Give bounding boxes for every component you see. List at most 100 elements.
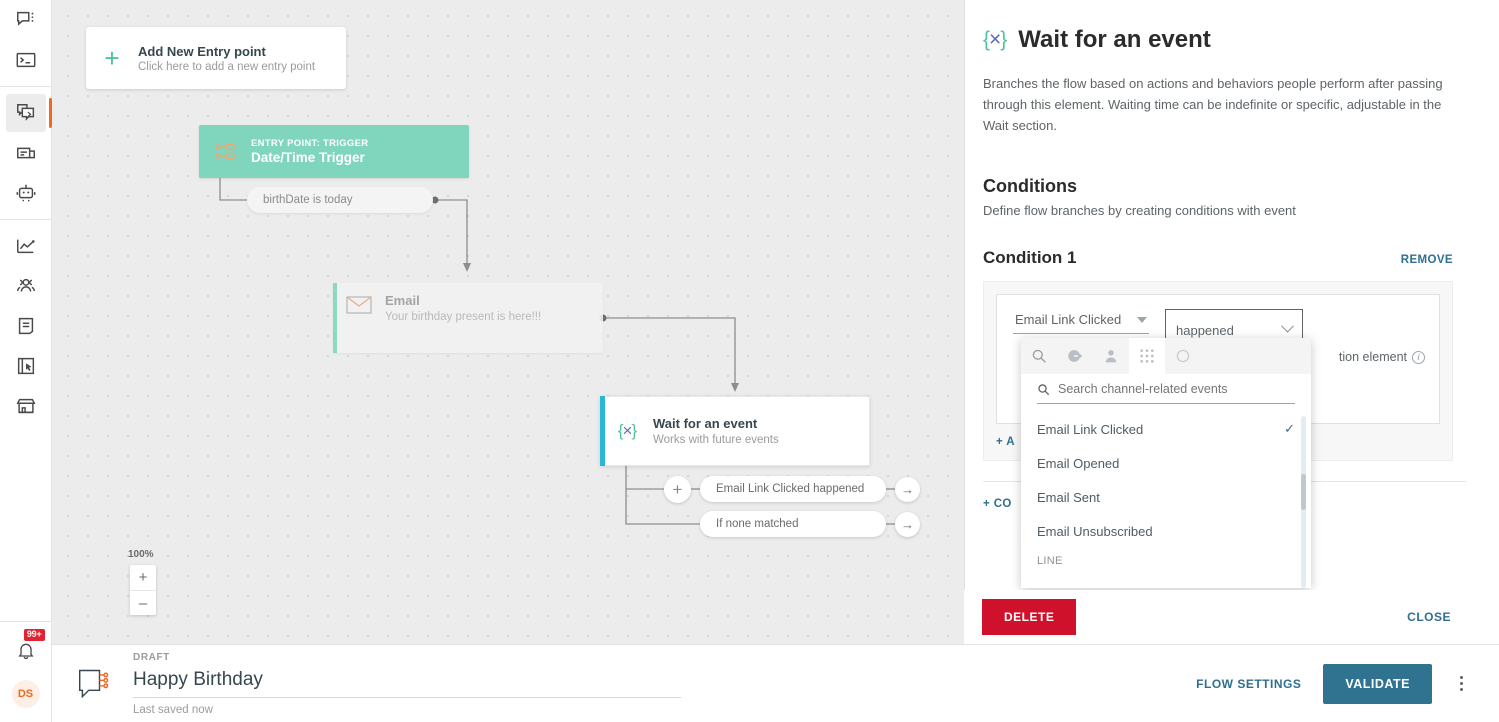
operator-select-value: happened — [1176, 322, 1234, 338]
bottom-bar: DRAFT Last saved now FLOW SETTINGS VALID… — [52, 644, 1499, 722]
analytics-icon[interactable] — [6, 227, 46, 265]
flow-name-input[interactable] — [133, 665, 681, 698]
flow-tab-icon[interactable] — [1057, 338, 1093, 374]
page-title: Wait for an event — [1018, 26, 1211, 53]
branch-label-0[interactable]: Email Link Clicked happened — [700, 476, 886, 502]
add-entry-point-subtitle: Click here to add a new entry point — [138, 60, 316, 73]
event-select-value: Email Link Clicked — [1015, 312, 1122, 328]
dropdown-item-0[interactable]: Email Link Clicked ✓ — [1021, 412, 1311, 446]
email-node-subtitle: Your birthday present is here!!! — [385, 311, 542, 323]
branch-label-1[interactable]: If none matched — [700, 511, 886, 537]
trigger-node-kicker: ENTRY POINT: TRIGGER — [251, 138, 369, 149]
trigger-node[interactable]: ENTRY POINT: TRIGGER Date/Time Trigger — [199, 125, 469, 178]
zoom-level-label: 100% — [128, 549, 154, 560]
condition-title: Condition 1 — [983, 248, 1077, 268]
wait-node-title: Wait for an event — [653, 416, 758, 431]
trigger-node-text: ENTRY POINT: TRIGGER Date/Time Trigger — [251, 138, 368, 165]
condition-hint-text: tion element — [1338, 350, 1407, 365]
person-tab-icon[interactable] — [1093, 338, 1129, 374]
dropdown-item-2[interactable]: Email Sent — [1021, 480, 1311, 514]
remove-condition-button[interactable]: REMOVE — [1401, 254, 1453, 266]
marketplace-icon[interactable] — [6, 387, 46, 425]
add-entry-point-node[interactable]: + Add New Entry point Click here to add … — [86, 27, 346, 89]
email-node[interactable]: Email Your birthday present is here!!! — [333, 283, 603, 353]
app-root: 99+ DS + Add New Entry point Click here … — [0, 0, 1499, 722]
rail-group-top — [0, 0, 51, 80]
panel-header: {×} Wait for an event — [983, 26, 1469, 54]
broadcasts-icon[interactable] — [6, 134, 46, 172]
rail-divider-1 — [0, 86, 51, 87]
dropdown-search-inner — [1037, 382, 1295, 404]
add-entry-point-title: Add New Entry point — [138, 43, 266, 59]
dropdown-tabs — [1021, 338, 1311, 374]
bottom-bar-actions: FLOW SETTINGS VALIDATE — [1196, 663, 1469, 704]
rail-divider-3 — [0, 621, 51, 622]
conditions-heading: Conditions — [983, 176, 1077, 197]
delete-button[interactable]: DELETE — [982, 599, 1077, 635]
plus-icon: + — [104, 43, 120, 73]
conditions-subheading: Define flow branches by creating conditi… — [983, 203, 1296, 219]
dropdown-search — [1021, 374, 1311, 404]
event-select[interactable]: Email Link Clicked — [1013, 309, 1149, 335]
search-icon — [1038, 383, 1050, 395]
search-tab-icon[interactable] — [1021, 338, 1057, 374]
condition-pill[interactable]: birthDate is today — [247, 187, 433, 213]
dropdown-item-1[interactable]: Email Opened — [1021, 446, 1311, 480]
chevron-down-icon — [1281, 319, 1294, 333]
search-input[interactable] — [1058, 382, 1268, 396]
info-icon[interactable]: i — [1412, 350, 1425, 364]
dropdown-item-label: Email Unsubscribed — [1037, 523, 1153, 539]
rail-group-bottom — [0, 226, 51, 426]
branch-arrow-1[interactable]: → — [895, 512, 920, 537]
wait-node-text: Wait for an event Works with future even… — [653, 416, 779, 446]
event-dropdown: Email Link Clicked ✓ Email Opened Email … — [1021, 338, 1311, 588]
email-node-title: Email — [385, 293, 420, 308]
rail-bottom-group: 99+ DS — [0, 628, 51, 722]
add-entry-point-text: Add New Entry point Click here to add a … — [138, 44, 315, 73]
notifications-bell[interactable]: 99+ — [6, 628, 46, 668]
chat-menu-icon[interactable] — [6, 1, 46, 39]
wait-node-icon: {×} — [617, 421, 637, 440]
dropdown-item-label: Email Opened — [1037, 455, 1120, 471]
flow-meta: DRAFT Last saved now — [133, 652, 681, 716]
wait-event-icon: {×} — [983, 28, 1007, 51]
close-button[interactable]: CLOSE — [1407, 610, 1451, 624]
panel-description: Branches the flow based on actions and b… — [983, 76, 1443, 134]
automations-icon[interactable] — [5, 94, 52, 132]
templates-icon[interactable] — [6, 347, 46, 385]
dropdown-list: Email Link Clicked ✓ Email Opened Email … — [1021, 412, 1311, 598]
wait-node-subtitle: Works with future events — [653, 434, 779, 446]
trigger-node-title: Date/Time Trigger — [251, 150, 365, 165]
dropdown-item-label: Email Link Clicked — [1037, 421, 1144, 437]
apps-grid-tab-icon[interactable] — [1129, 338, 1165, 374]
dropdown-scrollbar-thumb[interactable] — [1301, 474, 1306, 510]
status-badge: DRAFT — [133, 651, 170, 663]
dropdown-group-label: LINE — [1037, 555, 1063, 567]
content-icon[interactable] — [6, 307, 46, 345]
zoom-out-button[interactable]: – — [130, 590, 156, 615]
avatar[interactable]: DS — [11, 680, 40, 708]
trigger-node-icon — [199, 142, 251, 162]
zoom-in-button[interactable]: + — [130, 565, 156, 590]
condition-hint: tion element i — [1339, 350, 1425, 364]
audience-icon[interactable] — [6, 267, 46, 305]
rail-group-mid — [0, 93, 52, 213]
chevron-down-icon — [1137, 316, 1147, 323]
check-icon: ✓ — [1284, 421, 1295, 436]
moon-tab-icon[interactable] — [1165, 338, 1201, 374]
console-icon[interactable] — [6, 41, 46, 79]
branch-arrow-0[interactable]: → — [895, 477, 920, 502]
wait-for-event-node[interactable]: {×} Wait for an event Works with future … — [600, 396, 870, 466]
envelope-icon — [333, 283, 385, 315]
dropdown-item-label: Email Sent — [1037, 489, 1100, 505]
email-node-text: Email Your birthday present is here!!! — [385, 283, 541, 323]
flow-settings-button[interactable]: FLOW SETTINGS — [1196, 677, 1301, 691]
validate-button[interactable]: VALIDATE — [1323, 663, 1432, 704]
more-options-icon[interactable] — [1454, 670, 1469, 697]
condition-header: Condition 1 REMOVE — [983, 248, 1453, 268]
chatbot-icon[interactable] — [6, 174, 46, 212]
zoom-controls: + – — [130, 565, 156, 615]
flow-canvas[interactable]: + Add New Entry point Click here to add … — [52, 0, 964, 644]
add-branch-button[interactable]: + — [664, 476, 691, 503]
dropdown-item-3[interactable]: Email Unsubscribed — [1021, 514, 1311, 548]
